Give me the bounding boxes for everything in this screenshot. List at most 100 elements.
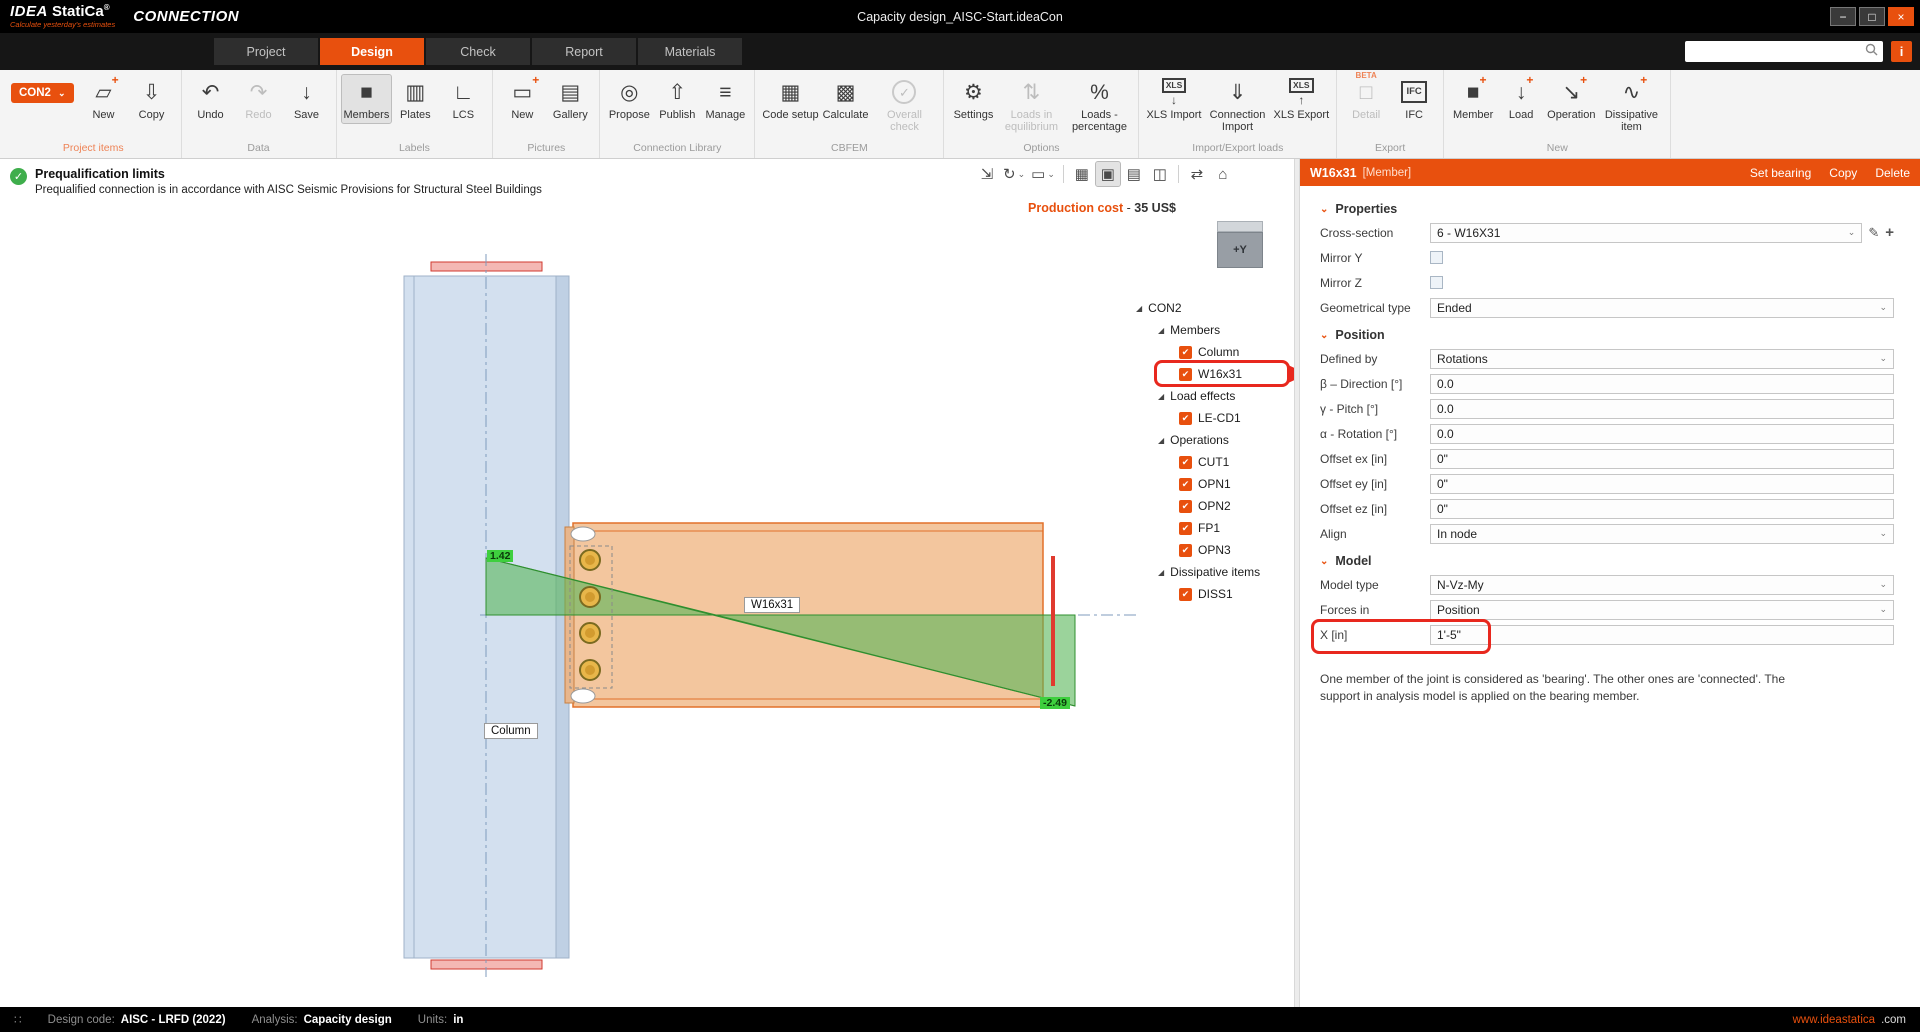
delete-member-button[interactable]: Delete bbox=[1875, 166, 1910, 180]
search-input[interactable] bbox=[1690, 45, 1865, 59]
expander-icon[interactable]: ◢ bbox=[1158, 326, 1164, 335]
expander-icon[interactable]: ◢ bbox=[1158, 436, 1164, 445]
minimize-button[interactable]: − bbox=[1830, 7, 1856, 26]
connection-drawing[interactable] bbox=[0, 159, 1294, 1007]
checked-checkbox-icon[interactable]: ✔ bbox=[1179, 368, 1192, 381]
manage-button[interactable]: ≡ Manage bbox=[701, 75, 749, 123]
tree-item-w16x31[interactable]: ✔ W16x31 bbox=[1130, 363, 1294, 385]
website-link[interactable]: www.ideastatica.com bbox=[1793, 1014, 1906, 1026]
tree-item-opn3[interactable]: ✔OPN3 bbox=[1130, 539, 1294, 561]
checked-checkbox-icon[interactable]: ✔ bbox=[1179, 500, 1192, 513]
new-load-button[interactable]: ↓+ Load bbox=[1497, 75, 1545, 123]
search-icon[interactable] bbox=[1865, 43, 1878, 61]
x-position-input[interactable] bbox=[1433, 628, 1891, 642]
new-project-item-button[interactable]: ▱+ New bbox=[80, 75, 128, 123]
settings-button[interactable]: ⚙ Settings bbox=[949, 75, 997, 123]
chevron-down-icon[interactable]: ⌄ bbox=[1879, 302, 1887, 313]
chevron-down-icon[interactable]: ⌄ bbox=[1320, 330, 1328, 341]
tree-item-le-cd1[interactable]: ✔LE-CD1 bbox=[1130, 407, 1294, 429]
propose-button[interactable]: ◎ Propose bbox=[605, 75, 653, 123]
new-dissipative-item-button[interactable]: ∿+ Dissipative item bbox=[1597, 75, 1665, 136]
copy-member-button[interactable]: Copy bbox=[1829, 166, 1857, 180]
chevron-down-icon[interactable]: ⌄ bbox=[58, 88, 66, 99]
new-operation-button[interactable]: ↘+ Operation bbox=[1545, 75, 1597, 123]
lcs-labels-toggle[interactable]: ∟ LCS bbox=[439, 75, 487, 123]
new-member-button[interactable]: ■+ Member bbox=[1449, 75, 1497, 123]
xls-import-button[interactable]: XLS↓ XLS Import bbox=[1144, 75, 1203, 123]
column-label[interactable]: Column bbox=[484, 723, 538, 739]
code-setup-button[interactable]: ▦ Code setup bbox=[760, 75, 820, 123]
gamma-pitch-input[interactable] bbox=[1433, 402, 1891, 416]
section-position[interactable]: ⌄Position bbox=[1320, 328, 1894, 342]
section-model[interactable]: ⌄Model bbox=[1320, 554, 1894, 568]
checked-checkbox-icon[interactable]: ✔ bbox=[1179, 456, 1192, 469]
align-select[interactable]: In node⌄ bbox=[1430, 524, 1894, 544]
tree-item-opn2[interactable]: ✔OPN2 bbox=[1130, 495, 1294, 517]
checked-checkbox-icon[interactable]: ✔ bbox=[1179, 588, 1192, 601]
checked-checkbox-icon[interactable]: ✔ bbox=[1179, 346, 1192, 359]
tree-item-members[interactable]: ◢Members bbox=[1130, 319, 1294, 341]
edit-icon[interactable]: ✎ bbox=[1868, 225, 1879, 241]
close-button[interactable]: × bbox=[1888, 7, 1914, 26]
tree-item-dissipative-items[interactable]: ◢Dissipative items bbox=[1130, 561, 1294, 583]
offset-ex-input[interactable] bbox=[1433, 452, 1891, 466]
mirror-z-checkbox[interactable] bbox=[1430, 276, 1443, 289]
connection-import-button[interactable]: ⇓ Connection Import bbox=[1204, 75, 1272, 136]
new-picture-button[interactable]: ▭+ New bbox=[498, 75, 546, 123]
mirror-y-checkbox[interactable] bbox=[1430, 251, 1443, 264]
weld-handle[interactable] bbox=[571, 527, 595, 541]
expander-icon[interactable]: ◢ bbox=[1136, 304, 1142, 313]
loads-percentage-toggle[interactable]: % Loads - percentage bbox=[1065, 75, 1133, 136]
chevron-down-icon[interactable]: ⌄ bbox=[1879, 604, 1887, 615]
defined-by-select[interactable]: Rotations⌄ bbox=[1430, 349, 1894, 369]
weld-handle[interactable] bbox=[571, 689, 595, 703]
offset-ey-input[interactable] bbox=[1433, 477, 1891, 491]
gallery-button[interactable]: ▤ Gallery bbox=[546, 75, 594, 123]
section-properties[interactable]: ⌄Properties bbox=[1320, 202, 1894, 216]
add-icon[interactable]: + bbox=[1885, 224, 1894, 241]
offset-ez-input[interactable] bbox=[1433, 502, 1891, 516]
calculate-button[interactable]: ▩ Calculate bbox=[821, 75, 871, 123]
tab-report[interactable]: Report bbox=[532, 38, 636, 65]
model-canvas[interactable]: ⇲ ↻⌄ ▭⌄ ▦ ▣ ▤ ◫ ⇄ ⌂ ✓ Prequalification l… bbox=[0, 159, 1294, 1007]
members-labels-toggle[interactable]: ■ Members bbox=[342, 75, 392, 123]
expander-icon[interactable]: ◢ bbox=[1158, 568, 1164, 577]
beta-direction-input[interactable] bbox=[1433, 377, 1891, 391]
tab-project[interactable]: Project bbox=[214, 38, 318, 65]
chevron-down-icon[interactable]: ⌄ bbox=[1879, 353, 1887, 364]
forces-in-select[interactable]: Position⌄ bbox=[1430, 600, 1894, 620]
tree-item-fp1[interactable]: ✔FP1 bbox=[1130, 517, 1294, 539]
undo-button[interactable]: ↶ Undo bbox=[187, 75, 235, 123]
chevron-down-icon[interactable]: ⌄ bbox=[1879, 579, 1887, 590]
tab-materials[interactable]: Materials bbox=[638, 38, 742, 65]
maximize-button[interactable]: □ bbox=[1859, 7, 1885, 26]
expander-icon[interactable]: ◢ bbox=[1158, 392, 1164, 401]
ifc-export-button[interactable]: IFC IFC bbox=[1390, 75, 1438, 123]
publish-button[interactable]: ⇧ Publish bbox=[653, 75, 701, 123]
tab-design[interactable]: Design bbox=[320, 38, 424, 65]
tree-item-column[interactable]: ✔Column bbox=[1130, 341, 1294, 363]
chevron-down-icon[interactable]: ⌄ bbox=[1879, 528, 1887, 539]
loads-in-equilibrium-toggle[interactable]: ⇅ Loads in equilibrium bbox=[997, 75, 1065, 136]
model-type-select[interactable]: N-Vz-My⌄ bbox=[1430, 575, 1894, 595]
chevron-down-icon[interactable]: ⌄ bbox=[1320, 204, 1328, 215]
tree-item-operations[interactable]: ◢Operations bbox=[1130, 429, 1294, 451]
info-button[interactable]: i bbox=[1891, 41, 1912, 62]
cross-section-select[interactable]: 6 - W16X31⌄ bbox=[1430, 223, 1862, 243]
search-box[interactable] bbox=[1685, 41, 1883, 62]
copy-project-item-button[interactable]: ⇩ Copy bbox=[128, 75, 176, 123]
tab-check[interactable]: Check bbox=[426, 38, 530, 65]
set-bearing-button[interactable]: Set bearing bbox=[1750, 166, 1811, 180]
chevron-down-icon[interactable]: ⌄ bbox=[1320, 556, 1328, 567]
overall-check-button[interactable]: ✓ Overall check bbox=[870, 75, 938, 136]
checked-checkbox-icon[interactable]: ✔ bbox=[1179, 478, 1192, 491]
tree-item-load-effects[interactable]: ◢Load effects bbox=[1130, 385, 1294, 407]
checked-checkbox-icon[interactable]: ✔ bbox=[1179, 544, 1192, 557]
beam-label[interactable]: W16x31 bbox=[744, 597, 800, 613]
tree-item-con2[interactable]: ◢CON2 bbox=[1130, 297, 1294, 319]
checked-checkbox-icon[interactable]: ✔ bbox=[1179, 412, 1192, 425]
con2-selector[interactable]: CON2 ⌄ bbox=[11, 83, 74, 103]
tree-item-opn1[interactable]: ✔OPN1 bbox=[1130, 473, 1294, 495]
plates-labels-toggle[interactable]: ▥ Plates bbox=[391, 75, 439, 123]
chevron-down-icon[interactable]: ⌄ bbox=[1848, 227, 1856, 238]
